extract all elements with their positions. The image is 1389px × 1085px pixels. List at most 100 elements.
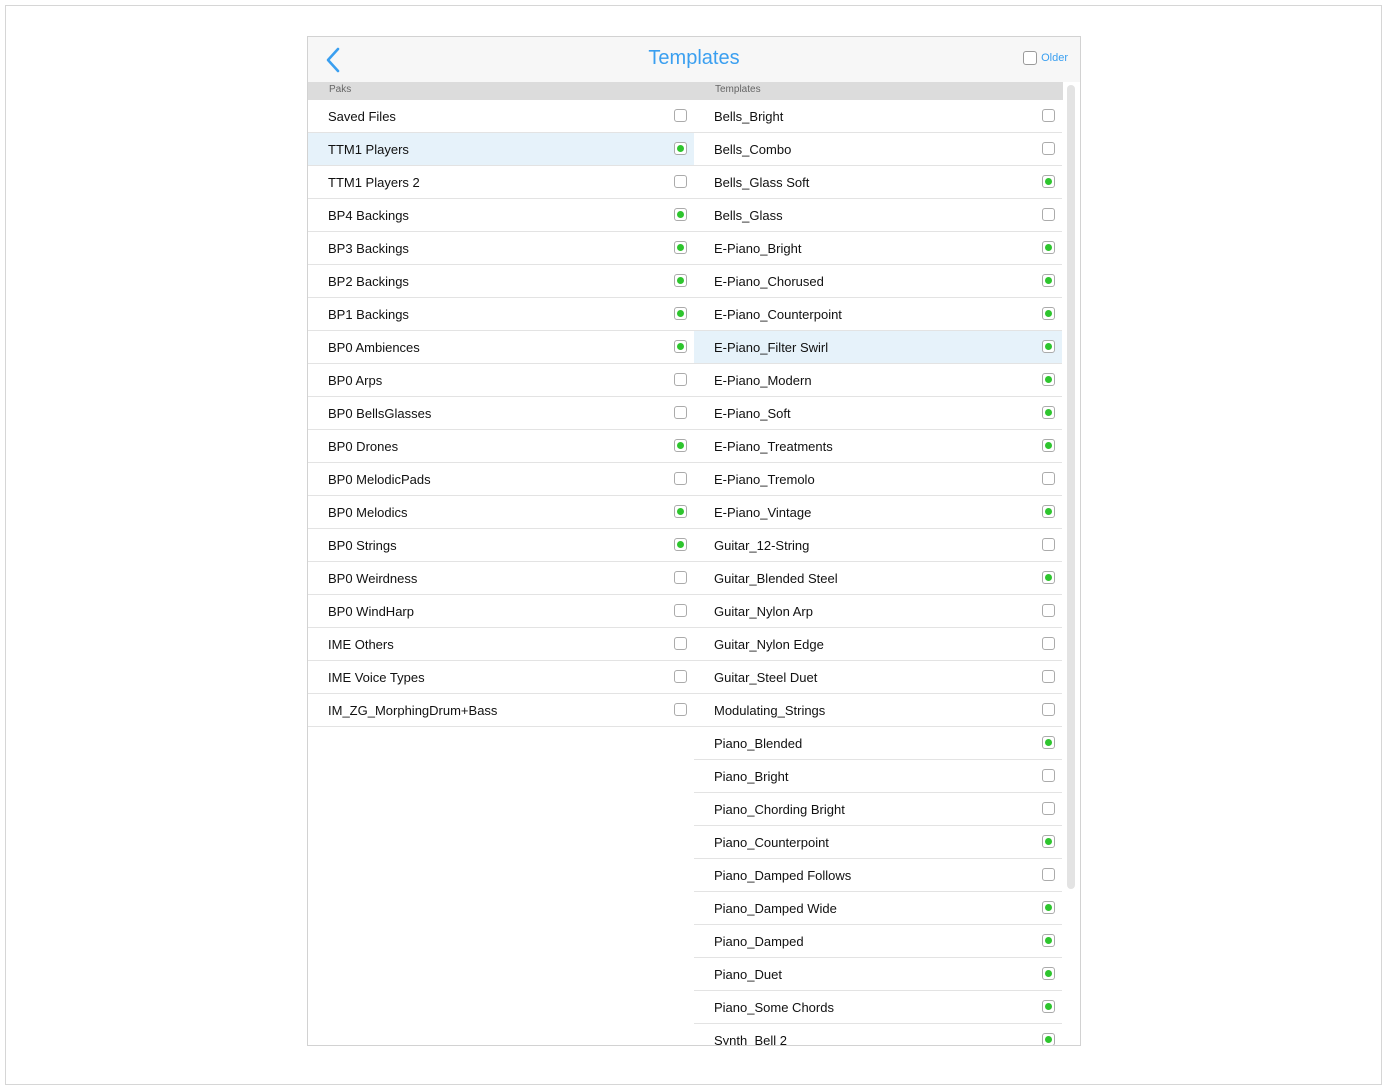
pak-checkbox[interactable] xyxy=(674,109,687,122)
template-row[interactable]: Piano_Counterpoint xyxy=(694,826,1062,859)
pak-checkbox[interactable] xyxy=(674,505,687,518)
template-checkbox[interactable] xyxy=(1042,868,1055,881)
template-checkbox[interactable] xyxy=(1042,439,1055,452)
template-checkbox[interactable] xyxy=(1042,1000,1055,1013)
pak-checkbox[interactable] xyxy=(674,406,687,419)
pak-row[interactable]: IME Voice Types xyxy=(308,661,694,694)
template-checkbox[interactable] xyxy=(1042,637,1055,650)
template-checkbox[interactable] xyxy=(1042,1033,1055,1045)
template-checkbox[interactable] xyxy=(1042,604,1055,617)
template-row[interactable]: Piano_Duet xyxy=(694,958,1062,991)
template-checkbox[interactable] xyxy=(1042,835,1055,848)
template-row[interactable]: E-Piano_Treatments xyxy=(694,430,1062,463)
template-row[interactable]: E-Piano_Bright xyxy=(694,232,1062,265)
pak-checkbox[interactable] xyxy=(674,439,687,452)
pak-row[interactable]: BP0 BellsGlasses xyxy=(308,397,694,430)
pak-row[interactable]: BP0 WindHarp xyxy=(308,595,694,628)
pak-row[interactable]: BP3 Backings xyxy=(308,232,694,265)
pak-row[interactable]: Saved Files xyxy=(308,100,694,133)
template-checkbox[interactable] xyxy=(1042,406,1055,419)
template-row[interactable]: E-Piano_Tremolo xyxy=(694,463,1062,496)
template-checkbox[interactable] xyxy=(1042,208,1055,221)
template-row[interactable]: Modulating_Strings xyxy=(694,694,1062,727)
template-row[interactable]: Piano_Blended xyxy=(694,727,1062,760)
pak-checkbox[interactable] xyxy=(674,307,687,320)
template-checkbox[interactable] xyxy=(1042,571,1055,584)
pak-checkbox[interactable] xyxy=(674,241,687,254)
template-checkbox[interactable] xyxy=(1042,142,1055,155)
pak-checkbox[interactable] xyxy=(674,175,687,188)
pak-checkbox[interactable] xyxy=(674,142,687,155)
template-row[interactable]: Piano_Bright xyxy=(694,760,1062,793)
template-row[interactable]: Piano_Damped Wide xyxy=(694,892,1062,925)
template-row[interactable]: Piano_Some Chords xyxy=(694,991,1062,1024)
template-row[interactable]: Piano_Chording Bright xyxy=(694,793,1062,826)
pak-row[interactable]: BP0 Drones xyxy=(308,430,694,463)
pak-checkbox[interactable] xyxy=(674,538,687,551)
pak-row[interactable]: BP0 Strings xyxy=(308,529,694,562)
template-row[interactable]: Piano_Damped Follows xyxy=(694,859,1062,892)
pak-checkbox[interactable] xyxy=(674,373,687,386)
template-checkbox[interactable] xyxy=(1042,736,1055,749)
template-row[interactable]: Bells_Glass Soft xyxy=(694,166,1062,199)
pak-row[interactable]: BP0 Melodics xyxy=(308,496,694,529)
template-row[interactable]: Guitar_Nylon Arp xyxy=(694,595,1062,628)
template-row[interactable]: Bells_Glass xyxy=(694,199,1062,232)
pak-row[interactable]: BP0 Ambiences xyxy=(308,331,694,364)
pak-row[interactable]: BP2 Backings xyxy=(308,265,694,298)
older-toggle[interactable]: Older xyxy=(1023,51,1068,65)
template-checkbox[interactable] xyxy=(1042,538,1055,551)
template-row[interactable]: E-Piano_Counterpoint xyxy=(694,298,1062,331)
template-checkbox[interactable] xyxy=(1042,340,1055,353)
template-row[interactable]: Piano_Damped xyxy=(694,925,1062,958)
template-checkbox[interactable] xyxy=(1042,175,1055,188)
pak-row[interactable]: BP1 Backings xyxy=(308,298,694,331)
pak-row[interactable]: BP0 Arps xyxy=(308,364,694,397)
pak-row[interactable]: TTM1 Players xyxy=(308,133,694,166)
template-checkbox[interactable] xyxy=(1042,802,1055,815)
pak-checkbox[interactable] xyxy=(674,571,687,584)
pak-row[interactable]: BP0 MelodicPads xyxy=(308,463,694,496)
template-checkbox[interactable] xyxy=(1042,967,1055,980)
template-checkbox[interactable] xyxy=(1042,769,1055,782)
template-checkbox[interactable] xyxy=(1042,241,1055,254)
template-checkbox[interactable] xyxy=(1042,505,1055,518)
template-row[interactable]: E-Piano_Filter Swirl xyxy=(694,331,1062,364)
pak-row[interactable]: IM_ZG_MorphingDrum+Bass xyxy=(308,694,694,727)
template-checkbox[interactable] xyxy=(1042,670,1055,683)
template-row[interactable]: E-Piano_Vintage xyxy=(694,496,1062,529)
pak-checkbox[interactable] xyxy=(674,637,687,650)
template-checkbox[interactable] xyxy=(1042,274,1055,287)
pak-checkbox[interactable] xyxy=(674,208,687,221)
pak-row[interactable]: TTM1 Players 2 xyxy=(308,166,694,199)
template-checkbox[interactable] xyxy=(1042,373,1055,386)
pak-row[interactable]: IME Others xyxy=(308,628,694,661)
navigation-bar: Templates Older xyxy=(308,37,1080,82)
template-row[interactable]: Bells_Bright xyxy=(694,100,1062,133)
template-checkbox[interactable] xyxy=(1042,901,1055,914)
template-row[interactable]: E-Piano_Chorused xyxy=(694,265,1062,298)
template-row[interactable]: Synth_Bell 2 xyxy=(694,1024,1062,1045)
template-row[interactable]: Guitar_Nylon Edge xyxy=(694,628,1062,661)
templates-scrollbar[interactable] xyxy=(1067,85,1075,889)
template-checkbox[interactable] xyxy=(1042,109,1055,122)
older-checkbox[interactable] xyxy=(1023,51,1038,65)
pak-checkbox[interactable] xyxy=(674,274,687,287)
pak-checkbox[interactable] xyxy=(674,703,687,716)
pak-checkbox[interactable] xyxy=(674,472,687,485)
template-checkbox[interactable] xyxy=(1042,307,1055,320)
template-row[interactable]: Guitar_Steel Duet xyxy=(694,661,1062,694)
pak-checkbox[interactable] xyxy=(674,604,687,617)
template-row[interactable]: E-Piano_Soft xyxy=(694,397,1062,430)
template-checkbox[interactable] xyxy=(1042,472,1055,485)
template-row[interactable]: Guitar_12-String xyxy=(694,529,1062,562)
template-checkbox[interactable] xyxy=(1042,934,1055,947)
pak-checkbox[interactable] xyxy=(674,340,687,353)
pak-row[interactable]: BP0 Weirdness xyxy=(308,562,694,595)
pak-row[interactable]: BP4 Backings xyxy=(308,199,694,232)
template-row[interactable]: E-Piano_Modern xyxy=(694,364,1062,397)
template-checkbox[interactable] xyxy=(1042,703,1055,716)
template-row[interactable]: Bells_Combo xyxy=(694,133,1062,166)
template-row[interactable]: Guitar_Blended Steel xyxy=(694,562,1062,595)
pak-checkbox[interactable] xyxy=(674,670,687,683)
